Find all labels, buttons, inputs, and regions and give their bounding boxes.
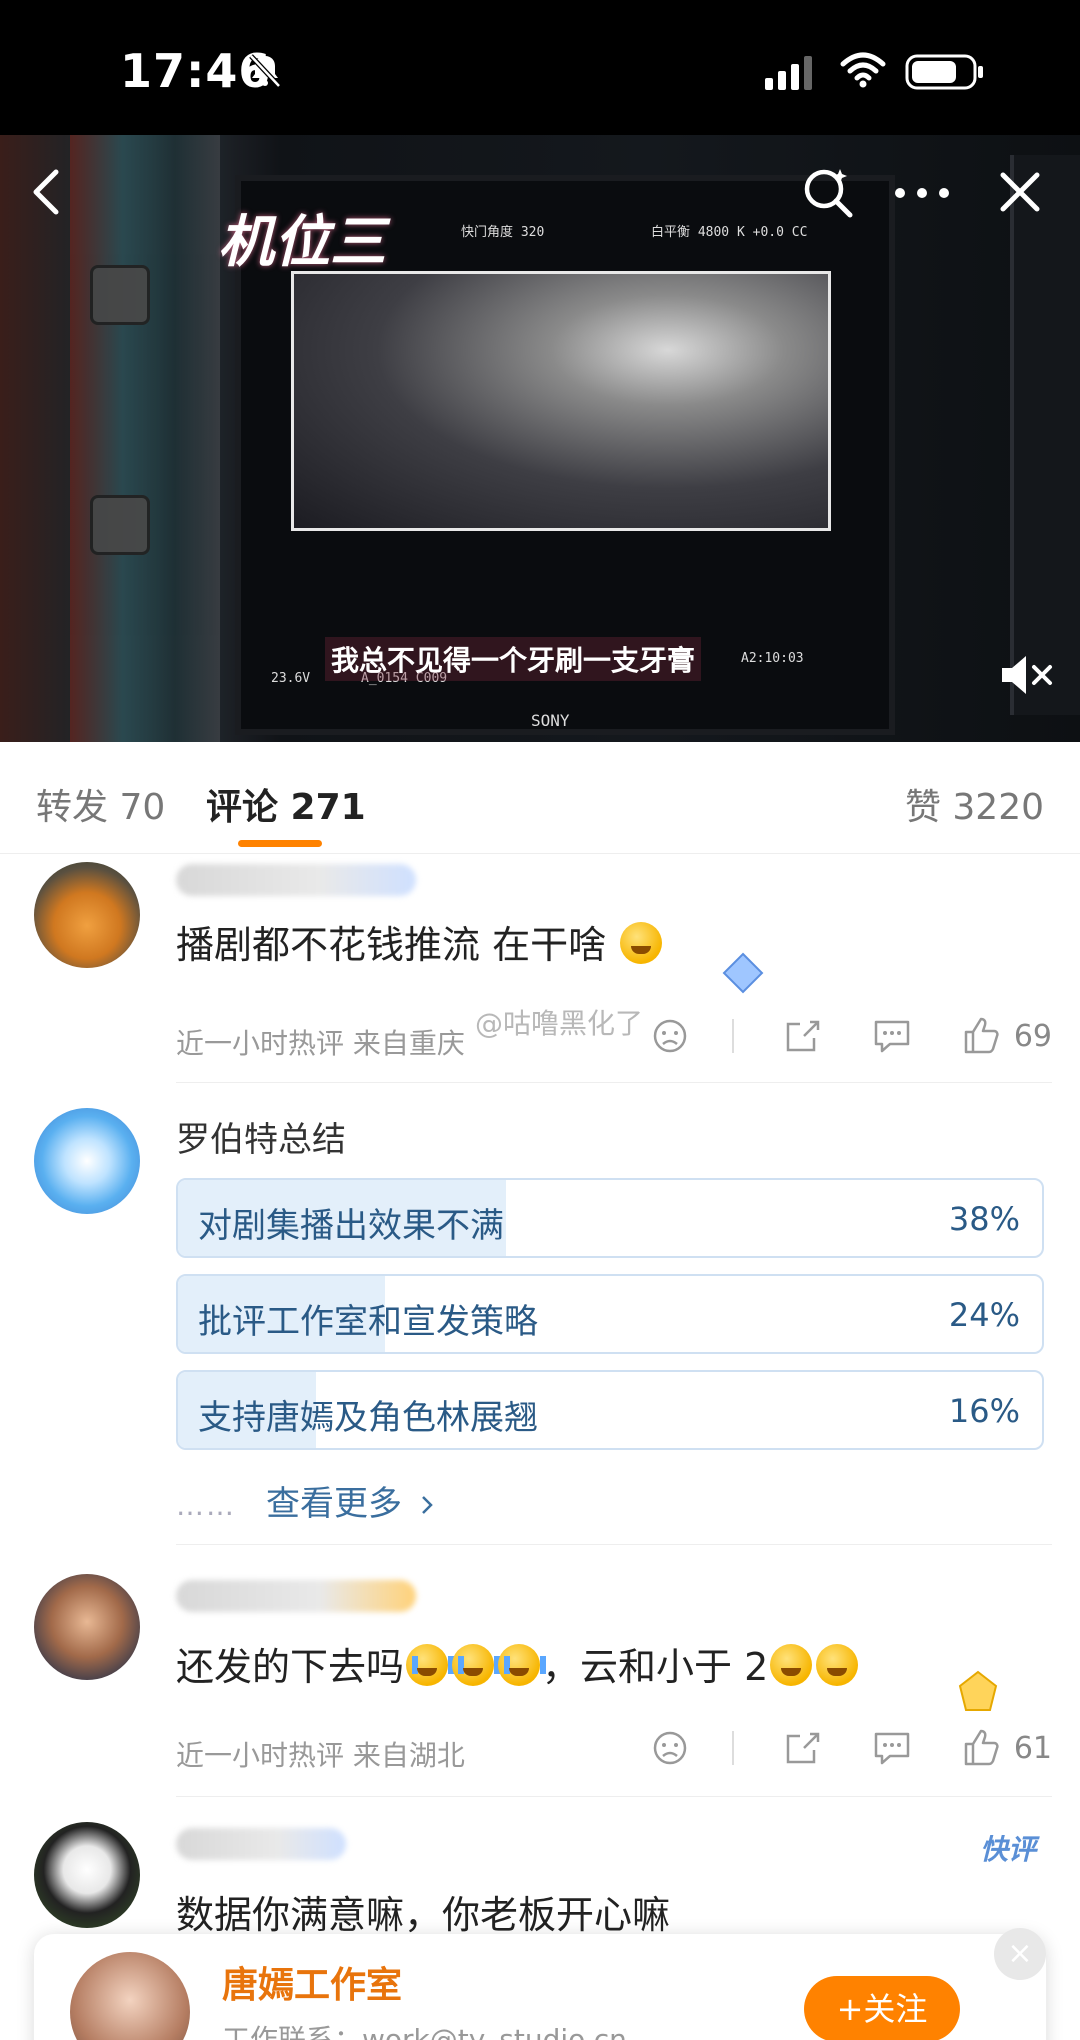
diamond-badge-icon xyxy=(722,952,764,994)
promo-close-button[interactable]: × xyxy=(994,1928,1046,1980)
close-icon[interactable] xyxy=(995,167,1045,217)
comment-actions: 69 xyxy=(602,1014,1052,1058)
summary-option[interactable]: 对剧集播出效果不满 38% xyxy=(176,1178,1044,1258)
hud-voltage: 23.6V xyxy=(271,671,311,686)
studio-avatar[interactable] xyxy=(70,1952,190,2040)
video-player[interactable]: 快门角度 320 白平衡 4800 K +0.0 CC 23.6V A_0154… xyxy=(0,135,1080,742)
username[interactable] xyxy=(176,864,416,896)
username[interactable] xyxy=(176,1828,346,1860)
share-icon[interactable] xyxy=(780,1726,824,1770)
see-more-label: 查看更多 xyxy=(266,1484,402,1524)
mute-icon[interactable] xyxy=(998,653,1058,697)
see-more-link[interactable]: …… 查看更多 xyxy=(176,1476,435,1525)
bell-muted-icon xyxy=(249,54,281,88)
signal-icon xyxy=(765,56,812,90)
comment-meta: 近一小时热评 来自重庆 xyxy=(176,1027,465,1060)
robot-summary: 罗伯特总结 对剧集播出效果不满 38% 批评工作室和宣发策略 24% 支持唐嫣及… xyxy=(0,1084,1080,1545)
avatar[interactable] xyxy=(34,862,140,968)
like-icon[interactable] xyxy=(960,1726,1004,1770)
confused-emoji-icon xyxy=(816,1644,859,1686)
studio-contact: 工作联系：work@ty_studio.cn xyxy=(222,2023,627,2040)
comment-item: 数据你满意嘛，你老板开心嘛 xyxy=(0,1800,1080,1940)
comment-text: 还发的下去吗 ，云和小于 2 xyxy=(176,1636,860,1691)
like-icon[interactable] xyxy=(960,1014,1004,1058)
dislike-icon[interactable] xyxy=(648,1014,692,1058)
chevron-right-icon xyxy=(421,1496,433,1514)
summary-option-label: 对剧集播出效果不满 xyxy=(198,1206,504,1246)
summary-option-percent: 38% xyxy=(948,1200,1020,1238)
divider xyxy=(176,1796,1052,1797)
quick-comment-badge[interactable]: 快评 xyxy=(980,1828,1036,1868)
hud-white-balance: 白平衡 4800 K +0.0 CC xyxy=(651,225,808,240)
studio-name[interactable]: 唐嫣工作室 xyxy=(222,1956,402,2008)
back-icon[interactable] xyxy=(26,167,66,217)
comment-text: 播剧都不花钱推流 在干啥 xyxy=(176,914,664,969)
rack-latch xyxy=(90,495,150,555)
side-monitor xyxy=(1010,155,1080,715)
monitor-brand: SONY xyxy=(531,711,570,730)
tab-comments[interactable]: 评论 271 xyxy=(206,778,366,830)
hud-shutter: 快门角度 320 xyxy=(461,225,545,240)
camera-label: 机位三 xyxy=(218,209,386,275)
post-tabs: 转发 70 评论 271 赞 3220 xyxy=(0,742,1080,854)
tab-repost[interactable]: 转发 70 xyxy=(36,778,165,830)
comment-text-part: ，云和小于 2 xyxy=(542,1645,769,1689)
crying-emoji-icon xyxy=(498,1644,547,1686)
crying-emoji-icon xyxy=(452,1644,501,1686)
comment-meta: 近一小时热评 来自湖北 xyxy=(176,1739,465,1772)
summary-option[interactable]: 批评工作室和宣发策略 24% xyxy=(176,1274,1044,1354)
comment-text: 数据你满意嘛，你老板开心嘛 xyxy=(176,1893,671,1937)
promo-card[interactable]: 唐嫣工作室 工作联系：work@ty_studio.cn +关注 × xyxy=(34,1928,1046,2040)
summary-option-label: 批评工作室和宣发策略 xyxy=(198,1302,538,1342)
crying-emoji-icon xyxy=(406,1644,455,1686)
wifi-icon xyxy=(840,52,886,88)
comment-actions: 61 xyxy=(602,1726,1052,1770)
comment-item: 还发的下去吗 ，云和小于 2 近一小时热评 来自湖北 61 xyxy=(0,1544,1080,1799)
summary-title: 罗伯特总结 xyxy=(176,1120,346,1160)
like-count: 61 xyxy=(1013,1730,1052,1766)
comment-item: 播剧都不花钱推流 在干啥 近一小时热评 来自重庆 69 xyxy=(0,854,1080,1084)
summary-option-percent: 24% xyxy=(948,1296,1020,1334)
battery-icon xyxy=(905,54,983,90)
tab-indicator xyxy=(238,840,322,847)
action-separator xyxy=(731,1019,734,1053)
gold-badge-icon xyxy=(958,1670,998,1711)
comment-text-part: 还发的下去吗 xyxy=(176,1645,405,1689)
surprised-emoji-icon xyxy=(620,922,663,964)
reply-icon[interactable] xyxy=(870,1726,914,1770)
username[interactable] xyxy=(176,1580,416,1612)
video-subtitle: 我总不见得一个牙刷一支牙膏 xyxy=(325,637,702,681)
tab-likes[interactable]: 赞 3220 xyxy=(905,778,1044,830)
summary-option[interactable]: 支持唐嫣及角色林展翘 16% xyxy=(176,1370,1044,1450)
share-icon[interactable] xyxy=(780,1014,824,1058)
monitor-screen xyxy=(291,271,831,531)
confused-emoji-icon xyxy=(770,1644,813,1686)
hud-timecode: A2:10:03 xyxy=(741,651,804,666)
divider xyxy=(176,1082,1052,1083)
avatar[interactable] xyxy=(34,1574,140,1680)
follow-button[interactable]: +关注 xyxy=(804,1976,960,2040)
robot-avatar[interactable] xyxy=(34,1108,140,1214)
dots: …… xyxy=(176,1489,236,1522)
summary-option-label: 支持唐嫣及角色林展翘 xyxy=(198,1398,538,1438)
equipment-rack xyxy=(70,135,220,742)
rack-latch xyxy=(90,265,150,325)
avatar[interactable] xyxy=(34,1822,140,1928)
more-icon[interactable] xyxy=(890,165,954,221)
watermark: @咕噜黑化了 xyxy=(475,1007,644,1040)
comment-text-content: 播剧都不花钱推流 在干啥 xyxy=(176,923,607,967)
summary-option-percent: 16% xyxy=(948,1392,1020,1430)
action-separator xyxy=(731,1731,734,1765)
status-bar: 17:46 xyxy=(0,0,1080,135)
dislike-icon[interactable] xyxy=(648,1726,692,1770)
reply-icon[interactable] xyxy=(870,1014,914,1058)
search-icon[interactable] xyxy=(800,165,856,221)
like-count: 69 xyxy=(1013,1018,1052,1054)
